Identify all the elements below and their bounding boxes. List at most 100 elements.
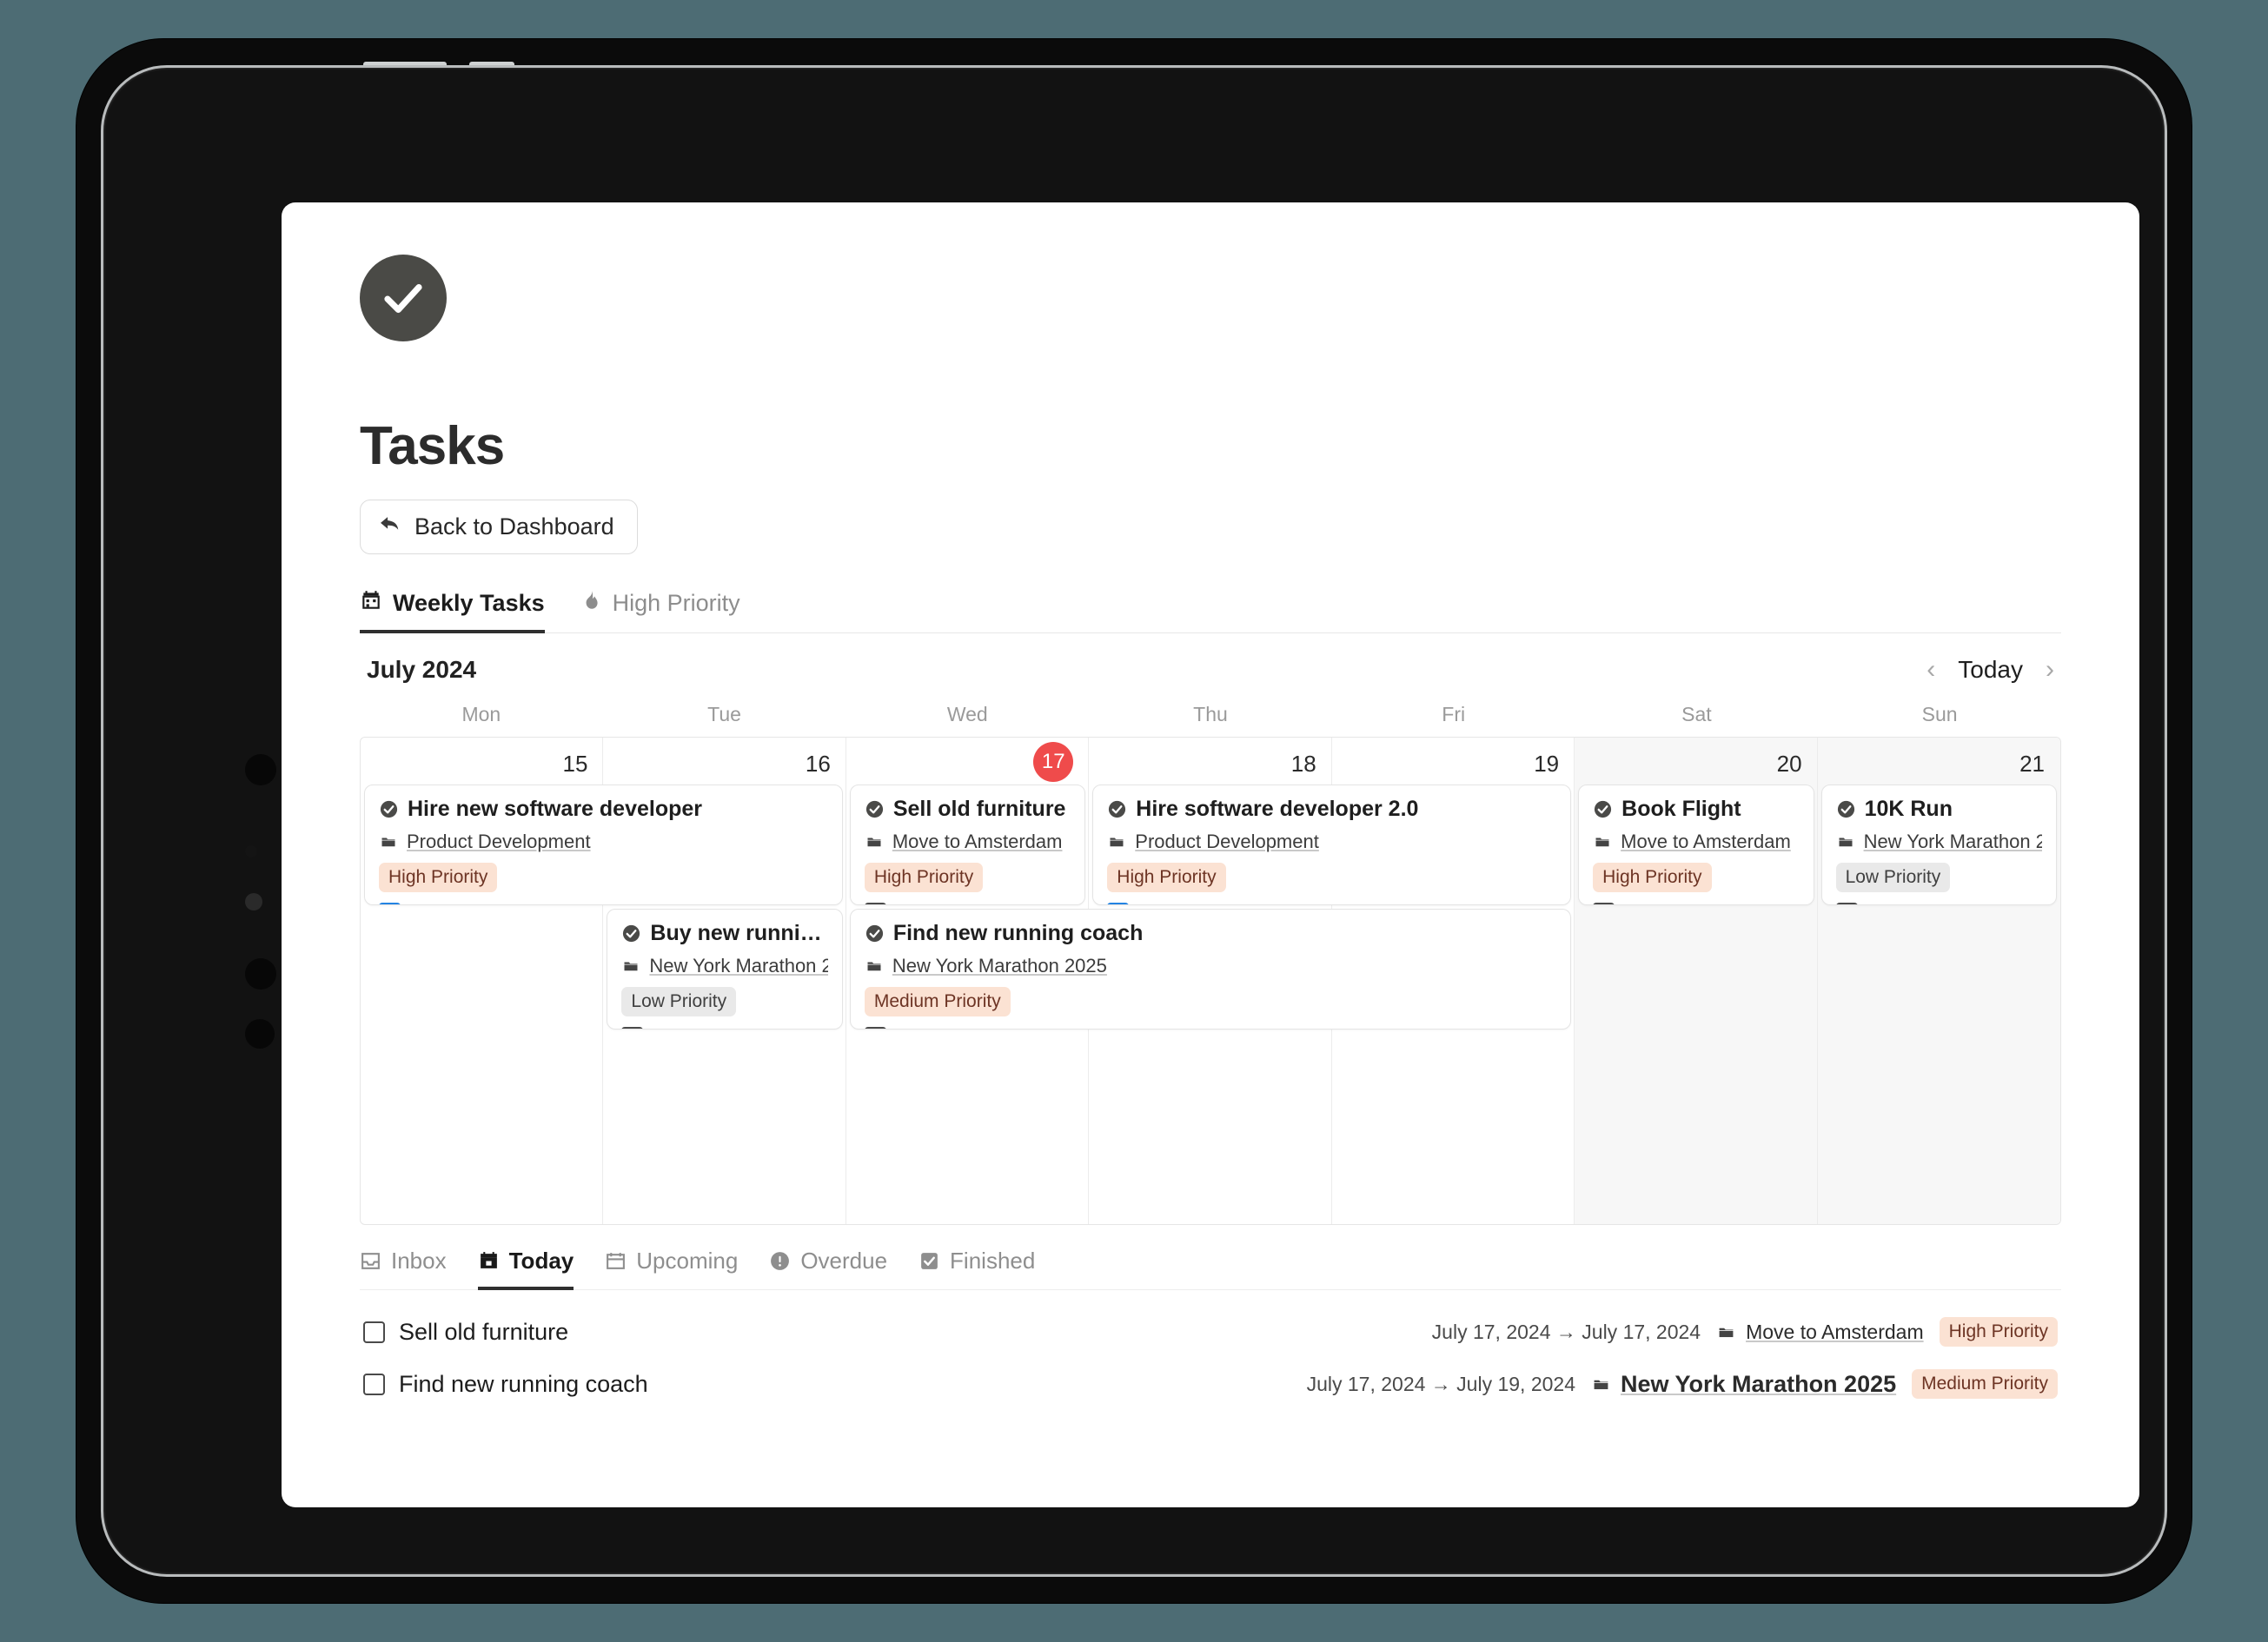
finished-checkbox[interactable] bbox=[1593, 902, 1615, 904]
today-button[interactable]: Today bbox=[1958, 656, 2023, 684]
finished-label: Finished bbox=[1625, 902, 1697, 904]
calendar-month-label: July 2024 bbox=[367, 656, 477, 683]
priority-badge: High Priority bbox=[379, 863, 498, 892]
camera-lens bbox=[245, 893, 262, 910]
tab-weekly-tasks[interactable]: Weekly Tasks bbox=[360, 589, 545, 633]
event-project[interactable]: New York Marathon 2025 bbox=[1836, 831, 2042, 853]
task-filter-tabs: Inbox Today Upcoming Overdue Finished bbox=[360, 1248, 2061, 1290]
task-checkbox[interactable] bbox=[363, 1373, 385, 1395]
calendar-event-card[interactable]: Find new running coach New York Marathon … bbox=[849, 909, 1572, 1030]
chevron-left-icon[interactable]: ‹ bbox=[1926, 657, 1935, 683]
calendar-date-number[interactable]: 15 bbox=[361, 738, 603, 783]
calendar-event-card[interactable]: Book Flight Move to Amsterdam High Priorit… bbox=[1578, 785, 1814, 905]
priority-badge: Low Priority bbox=[1835, 863, 1951, 892]
task-row-right: July 17, 2024 → July 19, 2024 New York Ma… bbox=[1307, 1369, 2058, 1399]
event-finished-row[interactable]: Finished bbox=[864, 1026, 1556, 1029]
day-of-week-label: Sat bbox=[1681, 703, 1712, 725]
folder-icon bbox=[1836, 834, 1855, 850]
event-project-label: Product Development bbox=[1135, 831, 1319, 852]
date-number-label: 16 bbox=[805, 750, 831, 777]
task-project[interactable]: New York Marathon 2025 bbox=[1591, 1371, 1896, 1398]
calendar-event-card[interactable]: Hire new software developer Product Devel… bbox=[364, 785, 843, 905]
finished-checkbox[interactable] bbox=[864, 1026, 886, 1029]
calendar-event-card[interactable]: Sell old furniture Move to Amsterdam High … bbox=[849, 785, 1086, 905]
back-to-dashboard-button[interactable]: Back to Dashboard bbox=[360, 500, 638, 554]
date-number-label: 18 bbox=[1290, 750, 1316, 777]
calendar-date-number[interactable]: 19 bbox=[1332, 738, 1575, 783]
tab-label: Upcoming bbox=[636, 1248, 739, 1274]
event-title: Hire software developer 2.0 bbox=[1107, 797, 1556, 822]
calendar-day-numbers: 15 16 17 18 19 20 21 bbox=[361, 738, 2060, 783]
task-row[interactable]: Sell old furniture July 17, 2024 → July 1… bbox=[360, 1306, 2061, 1358]
event-finished-row[interactable]: Finished bbox=[1107, 902, 1556, 904]
day-of-week-label: Sun bbox=[1921, 703, 1958, 725]
checkbox-icon bbox=[918, 1250, 940, 1272]
back-button-label: Back to Dashboard bbox=[414, 513, 614, 540]
calendar-grid: 15 16 17 18 19 20 21 Hire new software develop… bbox=[360, 737, 2061, 1225]
event-project[interactable]: New York Marathon 2025 bbox=[621, 955, 828, 977]
event-finished-row[interactable]: Finished bbox=[379, 902, 828, 904]
event-title: Hire new software developer bbox=[379, 797, 828, 822]
event-title-label: Hire software developer 2.0 bbox=[1136, 797, 1419, 821]
event-project[interactable]: Product Development bbox=[1107, 831, 1556, 853]
event-finished-row[interactable]: Finished bbox=[1593, 902, 1799, 904]
event-finished-row[interactable]: Finished bbox=[864, 902, 1071, 904]
calendar-date-number[interactable]: 16 bbox=[603, 738, 846, 783]
finished-label: Finished bbox=[1139, 902, 1211, 904]
calendar-event-card[interactable]: Hire software developer 2.0 Product Devel… bbox=[1092, 785, 1572, 905]
tab-high-priority[interactable]: High Priority bbox=[580, 589, 740, 633]
finished-checkbox[interactable] bbox=[1835, 902, 1858, 904]
task-checkbox[interactable] bbox=[363, 1321, 385, 1343]
calendar-navigation: ‹ Today › bbox=[1926, 656, 2054, 684]
tablet-screen: Tasks Back to Dashboard Weekly Tasks Hig… bbox=[282, 202, 2139, 1507]
task-row[interactable]: Find new running coach July 17, 2024 → Ju… bbox=[360, 1358, 2061, 1410]
tab-overdue[interactable]: Overdue bbox=[769, 1248, 887, 1290]
date-number-label: 20 bbox=[1776, 750, 1802, 777]
calendar-event-card[interactable]: Buy new runnin... New York Marathon 2025 L… bbox=[607, 909, 843, 1030]
day-of-week-label: Thu bbox=[1193, 703, 1228, 725]
view-tabs: Weekly Tasks High Priority bbox=[360, 589, 2061, 633]
event-project-label: Move to Amsterdam bbox=[892, 831, 1063, 852]
event-project-label: Product Development bbox=[407, 831, 591, 852]
event-finished-row[interactable]: Finished bbox=[1835, 902, 2042, 904]
event-project-label: New York Marathon 2025 bbox=[649, 955, 827, 977]
calendar-icon bbox=[360, 589, 382, 618]
tab-inbox[interactable]: Inbox bbox=[360, 1248, 447, 1290]
tab-upcoming[interactable]: Upcoming bbox=[605, 1248, 738, 1290]
event-title-label: 10K Run bbox=[1864, 797, 1953, 821]
event-project[interactable]: Move to Amsterdam bbox=[865, 831, 1071, 853]
event-title-label: Hire new software developer bbox=[408, 797, 703, 821]
finished-checkbox[interactable] bbox=[621, 1026, 644, 1029]
task-project[interactable]: Move to Amsterdam bbox=[1716, 1321, 1924, 1344]
date-number-label: 19 bbox=[1534, 750, 1560, 777]
event-title-label: Find new running coach bbox=[892, 921, 1144, 945]
tab-finished[interactable]: Finished bbox=[918, 1248, 1035, 1290]
task-row-left: Find new running coach bbox=[363, 1371, 648, 1398]
finished-checkbox[interactable] bbox=[379, 902, 401, 904]
priority-badge: High Priority bbox=[864, 863, 984, 892]
calendar-date-number[interactable]: 20 bbox=[1575, 738, 1817, 783]
priority-badge: Medium Priority bbox=[1912, 1369, 2058, 1399]
calendar-date-number[interactable]: 18 bbox=[1089, 738, 1331, 783]
finished-label: Finished bbox=[897, 1026, 969, 1029]
calendar-event-card[interactable]: 10K Run New York Marathon 2025 Low Priorit… bbox=[1820, 785, 2057, 905]
sensor-dot bbox=[245, 754, 276, 785]
priority-badge: Low Priority bbox=[621, 987, 737, 1016]
event-project[interactable]: Move to Amsterdam bbox=[1593, 831, 1799, 853]
event-finished-row[interactable]: Finished bbox=[621, 1026, 827, 1029]
date-number-label: 15 bbox=[562, 750, 588, 777]
folder-icon bbox=[621, 958, 640, 974]
event-title: Sell old furniture bbox=[865, 797, 1071, 822]
event-project-label: Move to Amsterdam bbox=[1621, 831, 1791, 852]
calendar-date-number[interactable]: 21 bbox=[1818, 738, 2060, 783]
finished-checkbox[interactable] bbox=[864, 902, 886, 904]
finished-checkbox[interactable] bbox=[1107, 902, 1130, 904]
event-project[interactable]: Product Development bbox=[379, 831, 828, 853]
event-title-label: Book Flight bbox=[1621, 797, 1741, 821]
chevron-right-icon[interactable]: › bbox=[2046, 657, 2054, 683]
tab-today[interactable]: Today bbox=[477, 1248, 574, 1290]
calendar-day-icon bbox=[478, 1250, 500, 1272]
today-date-badge[interactable]: 17 bbox=[846, 738, 1089, 783]
event-project[interactable]: New York Marathon 2025 bbox=[865, 955, 1556, 977]
task-status-icon bbox=[865, 799, 885, 819]
